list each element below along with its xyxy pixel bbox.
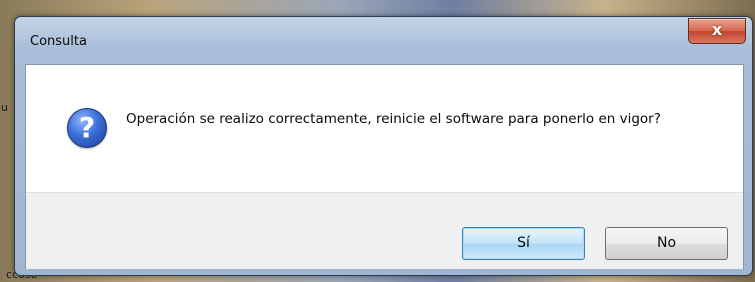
background-text-fragment: u <box>1 101 8 114</box>
dialog-title: Consulta <box>30 34 87 49</box>
button-bar: Sí No <box>26 192 743 269</box>
message-area: ? Operación se realizo correctamente, re… <box>26 65 743 192</box>
dialog-message: Operación se realizo correctamente, rein… <box>126 111 661 127</box>
yes-button[interactable]: Sí <box>462 227 585 260</box>
no-button[interactable]: No <box>605 227 728 260</box>
dialog-window: Consulta x ? Operación se realizo correc… <box>14 16 753 276</box>
close-button[interactable]: x <box>688 18 746 44</box>
dialog-content: ? Operación se realizo correctamente, re… <box>25 64 744 269</box>
dialog-titlebar[interactable]: Consulta x <box>15 17 752 63</box>
close-icon: x <box>711 20 723 39</box>
question-icon: ? <box>67 108 107 148</box>
